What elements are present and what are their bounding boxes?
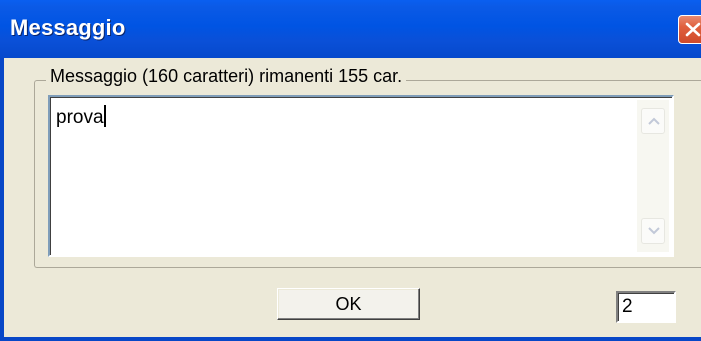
window-title: Messaggio (10, 15, 126, 40)
scroll-up-icon (648, 117, 660, 125)
counter-field[interactable]: 2 (616, 291, 676, 323)
close-icon (685, 22, 701, 37)
message-dialog: Messaggio Messaggio (160 caratteri) rima… (0, 0, 701, 341)
message-text: prova (56, 105, 106, 129)
scroll-up-button[interactable] (641, 108, 665, 134)
message-text-value: prova (56, 107, 104, 128)
message-textarea[interactable]: prova (48, 95, 674, 257)
message-groupbox-label: Messaggio (160 caratteri) rimanenti 155 … (46, 66, 407, 87)
vertical-scrollbar[interactable] (637, 100, 669, 252)
window-frame-bottom (0, 337, 701, 341)
scroll-down-icon (648, 227, 660, 235)
close-button[interactable] (678, 15, 701, 44)
window-frame-left (0, 58, 4, 341)
text-caret (103, 105, 106, 127)
scroll-down-button[interactable] (641, 218, 665, 244)
title-bar[interactable]: Messaggio (0, 0, 701, 58)
ok-button[interactable]: OK (277, 288, 420, 320)
